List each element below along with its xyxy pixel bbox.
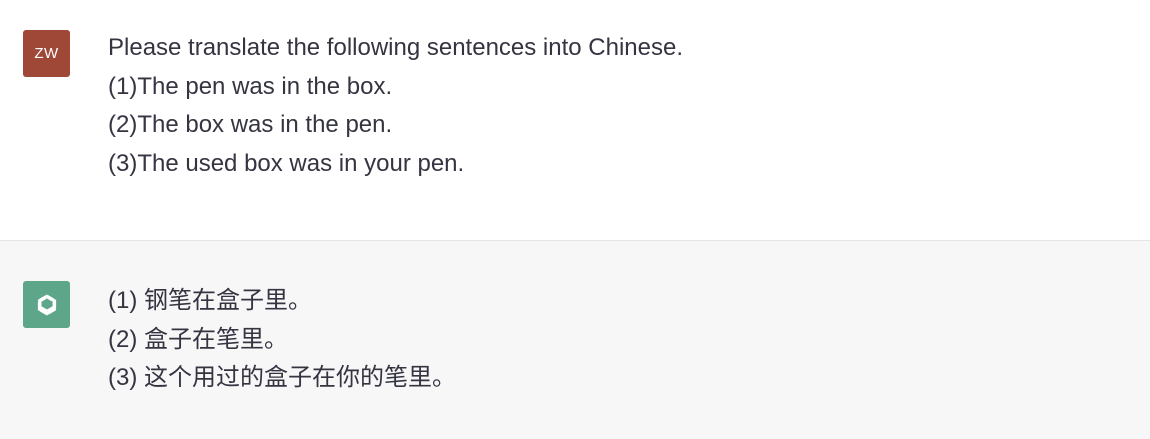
user-message-line: (3)The used box was in your pen. xyxy=(108,149,465,177)
user-message-line: (1)The pen was in the box. xyxy=(108,72,393,100)
assistant-message-text: (1) 钢笔在盒子里。 (2) 盒子在笔里。 (3) 这个用过的盒子在你的笔里。 xyxy=(108,282,1110,398)
assistant-message-line: (3) 这个用过的盒子在你的笔里。 xyxy=(108,364,456,391)
user-avatar: ZW xyxy=(23,30,70,77)
assistant-avatar xyxy=(23,281,70,328)
assistant-message-line: (2) 盒子在笔里。 xyxy=(108,325,288,353)
user-message: ZW Please translate the following senten… xyxy=(0,0,1150,241)
user-message-text: Please translate the following sentences… xyxy=(108,29,1110,183)
user-message-line: (2)The box was in the pen. xyxy=(108,111,393,138)
user-avatar-initials: ZW xyxy=(34,45,59,62)
user-message-line: Please translate the following sentences… xyxy=(108,34,684,61)
assistant-message-line: (1) 钢笔在盒子里。 xyxy=(108,287,312,314)
assistant-message: (1) 钢笔在盒子里。 (2) 盒子在笔里。 (3) 这个用过的盒子在你的笔里。 xyxy=(0,241,1150,439)
openai-logo-icon xyxy=(37,294,56,315)
